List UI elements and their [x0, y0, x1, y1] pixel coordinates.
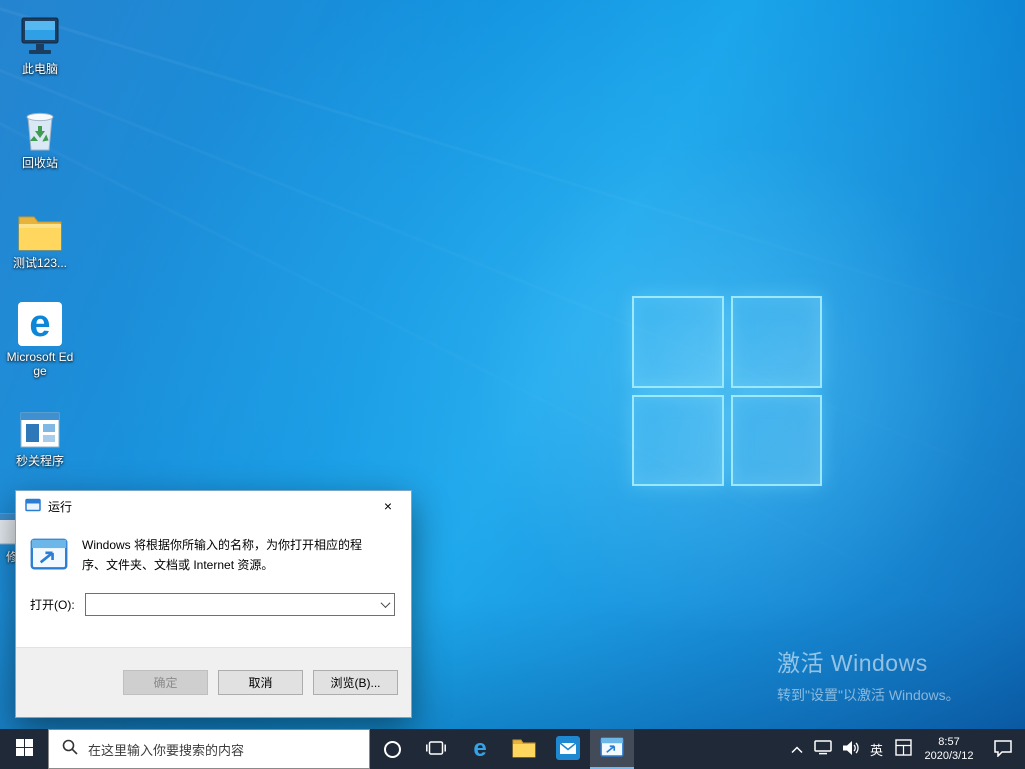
windows-logo-pane	[632, 394, 724, 486]
run-input[interactable]	[85, 594, 376, 615]
dialog-title: 运行	[48, 499, 73, 514]
activation-watermark: 激活 Windows 转到"设置"以激活 Windows。	[777, 644, 960, 705]
open-label: 打开(O):	[30, 598, 75, 612]
dropdown-arrow-icon[interactable]	[376, 594, 394, 615]
browse-button[interactable]: 浏览(B)...	[313, 670, 398, 695]
icon-label: 此电脑	[21, 62, 58, 76]
desktop-icon-recycle-bin[interactable]: 回收站	[5, 104, 75, 170]
action-center-icon	[993, 739, 1013, 760]
task-view-button[interactable]	[414, 729, 458, 769]
windows-logo-pane	[632, 296, 724, 388]
recycle-bin-icon	[20, 104, 60, 152]
ime-button[interactable]	[890, 729, 917, 769]
desktop-icon-this-pc[interactable]: 此电脑	[5, 10, 75, 76]
file-explorer-button[interactable]	[502, 729, 546, 769]
volume-icon	[841, 740, 859, 759]
clock-time: 8:57	[938, 736, 960, 748]
file-explorer-icon	[512, 737, 536, 761]
cancel-button[interactable]: 取消	[218, 670, 303, 695]
activation-line2: 转到"设置"以激活 Windows。	[777, 687, 960, 703]
mail-button[interactable]	[546, 729, 590, 769]
run-taskbar-button[interactable]	[590, 729, 634, 769]
network-button[interactable]	[809, 729, 836, 769]
windows-logo-pane	[730, 394, 822, 486]
taskbar: 在这里输入你要搜索的内容 e 英 8:57 2020/3/12	[0, 729, 1025, 769]
desktop-icon-test-folder[interactable]: 测试123...	[5, 204, 75, 270]
dialog-button-row: 确定 取消 浏览(B)...	[16, 647, 411, 717]
this-pc-icon	[18, 10, 62, 58]
system-tray: 英 8:57 2020/3/12	[785, 729, 1025, 769]
taskbar-clock[interactable]: 8:57 2020/3/12	[917, 729, 981, 769]
edge-icon: e	[473, 735, 487, 762]
volume-button[interactable]	[836, 729, 863, 769]
windows-logo-pane	[730, 296, 822, 388]
run-title-icon	[25, 497, 41, 516]
run-dialog-icon	[30, 535, 68, 576]
folder-icon	[17, 204, 63, 252]
icon-label: Microsoft Edge	[6, 350, 74, 378]
desktop-icon-microsoft-edge[interactable]: e Microsoft Edge	[5, 298, 75, 378]
search-placeholder: 在这里输入你要搜索的内容	[88, 742, 245, 758]
edge-taskbar-button[interactable]: e	[458, 729, 502, 769]
program-icon	[18, 402, 62, 450]
tray-overflow-button[interactable]	[785, 729, 809, 769]
icon-label: 秒关程序	[15, 454, 64, 468]
taskbar-search[interactable]: 在这里输入你要搜索的内容	[48, 729, 370, 769]
cortana-icon	[383, 740, 401, 758]
ok-button[interactable]: 确定	[123, 670, 208, 695]
network-icon	[813, 740, 832, 758]
close-button[interactable]: ×	[365, 491, 411, 521]
icon-label: 回收站	[21, 156, 58, 170]
cortana-button[interactable]	[370, 729, 414, 769]
wallpaper-windows-logo	[632, 296, 822, 486]
ime-icon	[895, 739, 912, 759]
language-indicator[interactable]: 英	[863, 729, 890, 769]
action-center-button[interactable]	[981, 729, 1025, 769]
edge-icon: e	[18, 298, 62, 346]
icon-label: 测试123...	[12, 256, 68, 270]
language-label: 英	[869, 742, 883, 758]
run-app-icon	[600, 735, 624, 762]
run-dialog-titlebar[interactable]: 运行 ×	[16, 491, 411, 521]
run-combobox[interactable]	[84, 593, 395, 616]
search-icon	[62, 739, 78, 760]
task-view-icon	[426, 739, 446, 760]
start-button[interactable]	[0, 729, 48, 769]
desktop-icon-program[interactable]: 秒关程序	[5, 402, 75, 468]
run-dialog: 运行 × Windows 将根据你所输入的名称，为你打开相应的程序、文件夹、文档…	[15, 490, 412, 718]
windows-start-icon	[15, 739, 33, 759]
mail-icon	[556, 735, 580, 763]
clock-date: 2020/3/12	[924, 750, 974, 762]
dialog-description: Windows 将根据你所输入的名称，为你打开相应的程序、文件夹、文档或 Int…	[82, 538, 363, 572]
activation-line1: 激活 Windows	[777, 650, 928, 676]
run-dialog-body: Windows 将根据你所输入的名称，为你打开相应的程序、文件夹、文档或 Int…	[16, 521, 411, 647]
chevron-up-icon	[791, 742, 803, 757]
